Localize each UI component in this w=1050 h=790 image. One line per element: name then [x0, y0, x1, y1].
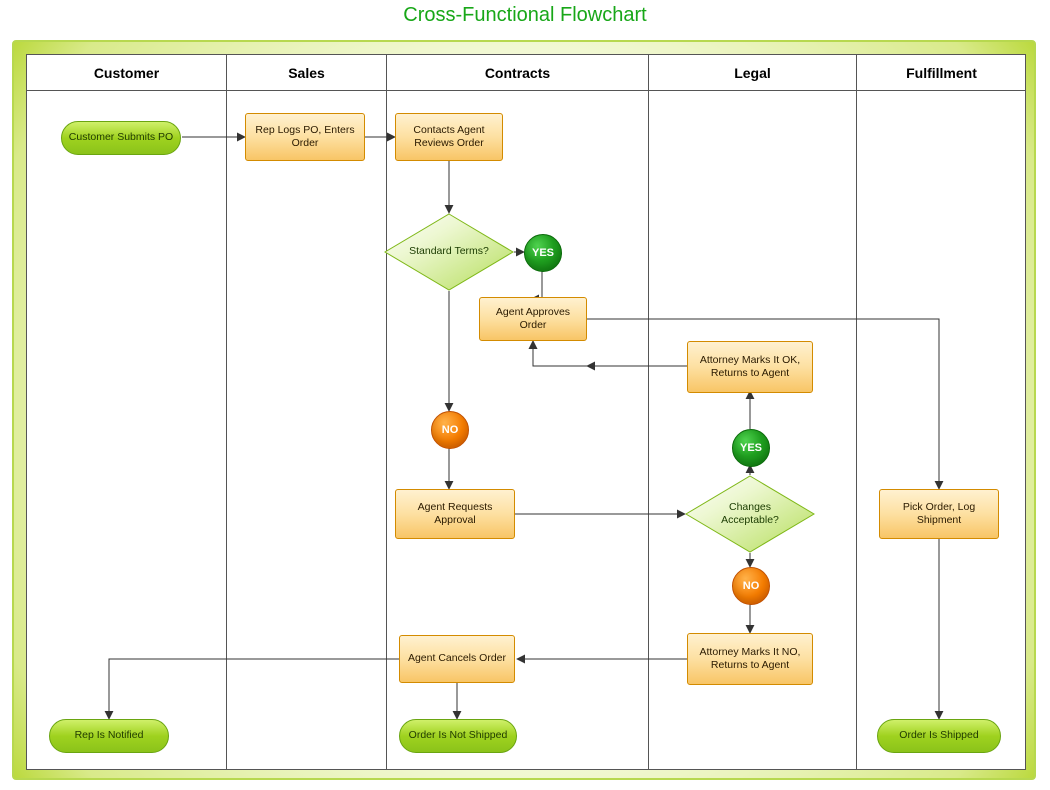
node-agent-cancels-order: Agent Cancels Order	[399, 635, 515, 683]
lane-header-fulfillment: Fulfillment	[857, 55, 1026, 91]
node-changes-acceptable: Changes Acceptable?	[685, 475, 815, 553]
node-rep-is-notified: Rep Is Notified	[49, 719, 169, 753]
node-agent-requests-approval: Agent Requests Approval	[395, 489, 515, 539]
lane-header-contracts: Contracts	[387, 55, 649, 91]
node-standard-terms: Standard Terms?	[384, 213, 514, 291]
swimlane-container: Customer Sales Contracts Legal Fulfillme…	[26, 54, 1026, 770]
node-attorney-no: Attorney Marks It NO, Returns to Agent	[687, 633, 813, 685]
no-icon: NO	[431, 411, 469, 449]
node-contacts-agent-reviews: Contacts Agent Reviews Order	[395, 113, 503, 161]
node-customer-submits-po: Customer Submits PO	[61, 121, 181, 155]
node-order-not-shipped: Order Is Not Shipped	[399, 719, 517, 753]
label-standard-terms: Standard Terms?	[395, 245, 503, 258]
diagram-frame: Customer Sales Contracts Legal Fulfillme…	[12, 40, 1036, 780]
lane-header-legal: Legal	[649, 55, 857, 91]
lane-header-sales: Sales	[227, 55, 387, 91]
node-pick-order: Pick Order, Log Shipment	[879, 489, 999, 539]
node-agent-approves-order: Agent Approves Order	[479, 297, 587, 341]
lane-header-customer: Customer	[27, 55, 227, 91]
node-order-shipped: Order Is Shipped	[877, 719, 1001, 753]
yes-icon: YES	[732, 429, 770, 467]
diagram-title: Cross-Functional Flowchart	[0, 4, 1050, 27]
node-attorney-ok: Attorney Marks It OK, Returns to Agent	[687, 341, 813, 393]
no-icon: NO	[732, 567, 770, 605]
node-rep-logs-po: Rep Logs PO, Enters Order	[245, 113, 365, 161]
yes-icon: YES	[524, 234, 562, 272]
label-changes-acceptable: Changes Acceptable?	[691, 501, 809, 527]
